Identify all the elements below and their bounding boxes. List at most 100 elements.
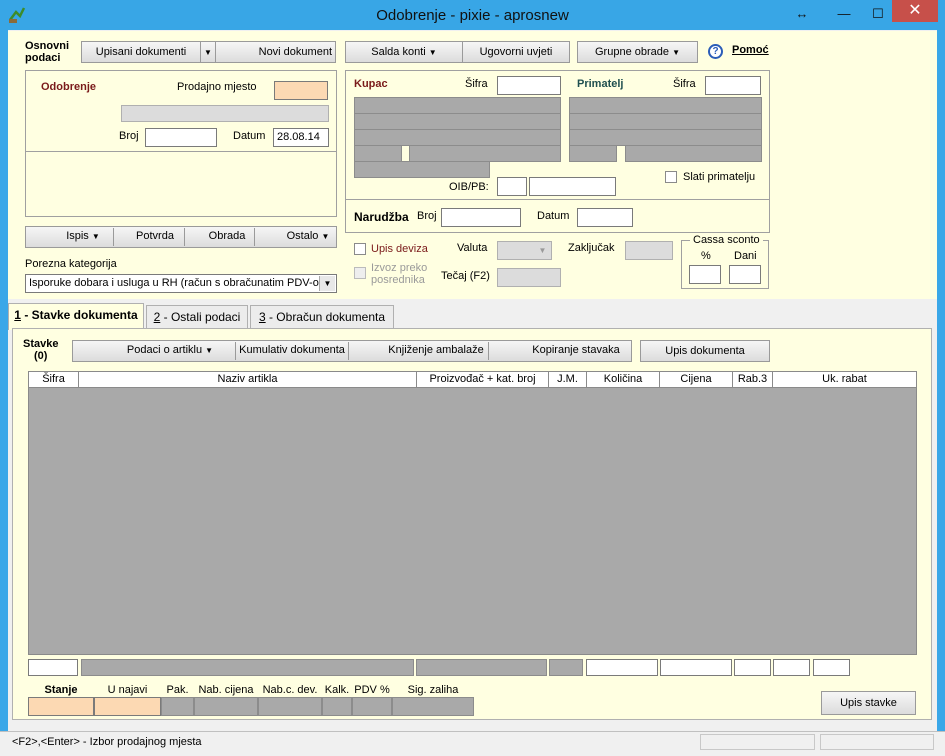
primatelj-posta xyxy=(569,145,617,162)
grid-header: Šifra Naziv artikla Proizvođač + kat. br… xyxy=(28,371,917,388)
oib-input[interactable] xyxy=(529,177,616,196)
zakljucak-input[interactable] xyxy=(625,241,673,260)
nab-c-dev-label: Nab.c. dev. xyxy=(262,684,318,696)
kupac-adresa-2 xyxy=(354,129,561,146)
entry-rabat-2-input[interactable] xyxy=(773,659,810,676)
potvrda-button[interactable]: Potvrda xyxy=(128,226,182,248)
cassa-percent-input[interactable] xyxy=(689,265,721,284)
narudzba-broj-input[interactable] xyxy=(441,208,521,227)
primatelj-sifra-input[interactable] xyxy=(705,76,761,95)
prodajno-mjesto-input[interactable] xyxy=(274,81,328,100)
primatelj-adresa-2 xyxy=(569,129,762,146)
stavke-grid[interactable] xyxy=(28,371,917,655)
narudzba-datum-label: Datum xyxy=(537,210,570,222)
kumulativ-dokumenta-button[interactable]: Kumulativ dokumenta xyxy=(237,340,347,362)
entry-cijena-input[interactable] xyxy=(660,659,732,676)
grupne-obrade-button[interactable]: Grupne obrade ▼ xyxy=(577,41,698,63)
ostalo-button[interactable]: Ostalo ▼ xyxy=(280,226,336,248)
cassa-dani-label: Dani xyxy=(734,250,757,262)
kupac-mjesto xyxy=(409,145,561,162)
upisani-dokumenti-button[interactable]: Upisani dokumenti xyxy=(81,41,201,63)
status-hint: <F2>,<Enter> - Izbor prodajnog mjesta xyxy=(12,736,202,748)
pomoc-link[interactable]: Pomoć xyxy=(732,44,769,56)
divider xyxy=(488,342,489,360)
column-header[interactable]: Količina xyxy=(587,372,660,387)
column-header[interactable]: Uk. rabat xyxy=(773,372,916,387)
broj-label: Broj xyxy=(119,130,139,142)
kopiranje-stavaka-button[interactable]: Kopiranje stavaka xyxy=(526,340,626,362)
ispis-button[interactable]: Ispis ▼ xyxy=(56,226,110,248)
tecaj-input[interactable] xyxy=(497,268,561,287)
upis-deviza-checkbox[interactable] xyxy=(354,243,366,255)
upis-stavke-button[interactable]: Upis stavke xyxy=(821,691,916,715)
ugovorni-uvjeti-button[interactable]: Ugovorni uvjeti xyxy=(462,41,570,63)
divider xyxy=(235,342,236,360)
obrada-button[interactable]: Obrada xyxy=(200,226,254,248)
prodajno-mjesto-naziv xyxy=(121,105,329,122)
upis-dokumenta-button[interactable]: Upis dokumenta xyxy=(640,340,770,362)
column-header[interactable]: J.M. xyxy=(549,372,587,387)
kupac-sifra-label: Šifra xyxy=(465,78,488,90)
knjizenje-ambalaze-button[interactable]: Knjiženje ambalaže xyxy=(385,340,487,362)
kupac-posta xyxy=(354,145,402,162)
chevron-down-icon: ▼ xyxy=(672,48,680,57)
kupac-adresa xyxy=(354,113,561,130)
novi-dokument-button[interactable]: Novi dokument xyxy=(215,41,336,63)
entry-sifra-input[interactable] xyxy=(28,659,78,676)
help-icon[interactable]: ? xyxy=(708,44,723,59)
upisani-dokumenti-dropdown[interactable]: ▼ xyxy=(200,41,216,63)
zakljucak-label: Zaključak xyxy=(568,242,615,254)
u-najavi-label: U najavi xyxy=(107,684,148,696)
broj-input[interactable] xyxy=(145,128,217,147)
cassa-sconto-title: Cassa sconto xyxy=(690,234,763,246)
resize-icon[interactable]: ↔ xyxy=(788,4,816,24)
primatelj-adresa xyxy=(569,113,762,130)
chevron-down-icon: ▼ xyxy=(321,232,330,241)
podaci-o-artiklu-button[interactable]: Podaci o artiklu ▼ xyxy=(110,340,230,362)
kupac-naziv xyxy=(354,97,561,114)
pak-label: Pak. xyxy=(166,684,189,696)
kalk-label: Kalk. xyxy=(324,684,350,696)
chevron-down-icon: ▼ xyxy=(204,48,212,57)
cassa-dani-input[interactable] xyxy=(729,265,761,284)
entry-rabat-input[interactable] xyxy=(734,659,771,676)
cassa-percent-label: % xyxy=(701,250,711,262)
column-header[interactable]: Cijena xyxy=(660,372,733,387)
narudzba-datum-input[interactable] xyxy=(577,208,633,227)
sig-zaliha-value xyxy=(392,697,474,716)
salda-konti-button[interactable]: Salda konti ▼ xyxy=(345,41,463,63)
close-button[interactable]: ✕ xyxy=(892,0,938,22)
porezna-kategorija-select[interactable]: Isporuke dobara i usluga u RH (račun s o… xyxy=(25,274,337,293)
primatelj-title: Primatelj xyxy=(577,78,624,90)
tecaj-label: Tečaj (F2) xyxy=(441,270,490,282)
pdv-label: PDV % xyxy=(354,684,390,696)
prodajno-mjesto-label: Prodajno mjesto xyxy=(177,81,257,93)
maximize-button[interactable]: ☐ xyxy=(864,4,892,24)
stanje-value xyxy=(28,697,94,716)
kupac-sifra-input[interactable] xyxy=(497,76,561,95)
tab-ostali-podaci[interactable]: 2 - Ostali podaci xyxy=(146,305,248,329)
entry-kolicina-input[interactable] xyxy=(586,659,658,676)
status-panel xyxy=(700,734,815,750)
izvoz-label: Izvoz preko posrednika xyxy=(371,262,428,286)
column-header[interactable]: Naziv artikla xyxy=(79,372,417,387)
minimize-button[interactable]: — xyxy=(830,4,858,24)
column-header[interactable]: Proizvođač + kat. broj xyxy=(417,372,549,387)
slati-primatelju-label: Slati primatelju xyxy=(683,171,756,183)
odobrenje-title: Odobrenje xyxy=(41,81,97,93)
chevron-down-icon[interactable]: ▼ xyxy=(319,276,335,291)
slati-primatelju-checkbox[interactable] xyxy=(665,171,677,183)
izvoz-checkbox[interactable] xyxy=(354,267,366,279)
nab-c-dev-value xyxy=(258,697,322,716)
column-header[interactable]: Rab.3 xyxy=(733,372,773,387)
nab-cijena-value xyxy=(194,697,258,716)
chevron-down-icon: ▼ xyxy=(205,346,214,355)
datum-input[interactable]: 28.08.14 xyxy=(273,128,329,147)
tab-stavke-dokumenta[interactable]: 1 - Stavke dokumenta xyxy=(8,303,144,330)
valuta-label: Valuta xyxy=(457,242,488,254)
chevron-down-icon: ▼ xyxy=(538,246,547,255)
oib-prefix-input[interactable] xyxy=(497,177,527,196)
column-header[interactable]: Šifra xyxy=(29,372,79,387)
tab-obracun-dokumenta[interactable]: 3 - Obračun dokumenta xyxy=(250,305,394,329)
entry-rabat-3-input[interactable] xyxy=(813,659,850,676)
